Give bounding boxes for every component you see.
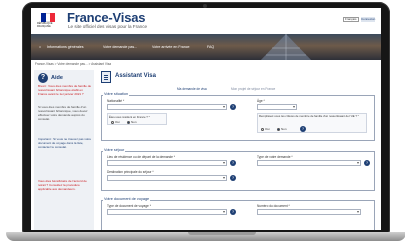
document-number-label: Numéro du document * bbox=[257, 204, 290, 208]
family-question: Remplissez-vous les critères de membre d… bbox=[259, 114, 359, 118]
nav-item-informations[interactable]: Informations générales bbox=[47, 45, 84, 49]
purpose-label: Destination principale du séjour * bbox=[107, 170, 154, 174]
destination-select[interactable] bbox=[107, 160, 227, 166]
visa-assistant-panel: Assistant Visa Ma demande de visa Mon pr… bbox=[97, 70, 379, 230]
document-number-input[interactable] bbox=[257, 209, 361, 215]
help-sidebar: ? Aide Brexit : Vous êtes membre de fami… bbox=[34, 70, 94, 230]
nav-item-faq[interactable]: FAQ bbox=[207, 45, 214, 49]
site-subtitle: Le site officiel des visas pour la Franc… bbox=[68, 24, 148, 29]
sidebar-important-text: Important : Si vous ne trouvez pas votre… bbox=[38, 137, 92, 149]
family-radio-yes[interactable]: Oui bbox=[261, 127, 270, 131]
destination-label: Lieu de résidence ou de départ de la dem… bbox=[107, 155, 176, 159]
age-input[interactable] bbox=[257, 104, 297, 110]
laptop-mockup: RÉPUBLIQUE FRANÇAISE France-Visas Le sit… bbox=[6, 2, 405, 244]
nav-item-arrivee[interactable]: Votre arrivée en France bbox=[152, 45, 190, 49]
stay-select[interactable] bbox=[257, 160, 361, 166]
breadcrumb[interactable]: France-Visas > Votre demande pas... > As… bbox=[35, 62, 111, 66]
site-title[interactable]: France-Visas bbox=[67, 10, 146, 25]
nationality-help-icon[interactable]: ? bbox=[230, 104, 236, 110]
page-title: Assistant Visa bbox=[115, 73, 156, 79]
sidebar-info-text: Si vous êtes membre de famille d'un ress… bbox=[38, 105, 88, 121]
purpose-help-icon[interactable]: ? bbox=[230, 175, 236, 181]
document-type-select[interactable] bbox=[107, 209, 227, 215]
document-type-label: Type de document de voyage * bbox=[107, 204, 151, 208]
resident-question: Êtes-vous résident en France ? * bbox=[109, 115, 150, 119]
laptop-notch bbox=[188, 232, 256, 235]
sidebar-title: Aide bbox=[51, 75, 63, 81]
login-button[interactable]: Connexion bbox=[361, 17, 375, 22]
nav-home-icon[interactable]: ⌂ bbox=[39, 45, 41, 49]
radio-yes-icon[interactable] bbox=[111, 120, 114, 124]
republique-francaise-logo: RÉPUBLIQUE FRANÇAISE bbox=[37, 22, 53, 28]
purpose-select[interactable] bbox=[107, 175, 227, 181]
laptop-bezel: RÉPUBLIQUE FRANÇAISE France-Visas Le sit… bbox=[22, 2, 390, 238]
tab-ma-demande[interactable]: Ma demande de visa bbox=[177, 87, 207, 91]
resident-radio-yes[interactable]: Oui bbox=[111, 120, 120, 124]
document-icon bbox=[101, 71, 111, 83]
browser-viewport: RÉPUBLIQUE FRANÇAISE France-Visas Le sit… bbox=[31, 8, 381, 230]
document-help-icon[interactable]: ? bbox=[230, 209, 236, 215]
language-select[interactable]: Français bbox=[343, 17, 359, 22]
french-flag-icon bbox=[41, 13, 56, 22]
family-help-icon[interactable]: ? bbox=[300, 126, 306, 132]
family-radio-yes-icon[interactable] bbox=[261, 127, 264, 131]
radio-no-icon[interactable] bbox=[127, 120, 130, 124]
section-document-title: Votre document de voyage bbox=[103, 197, 151, 201]
family-radio-no-icon[interactable] bbox=[277, 127, 280, 131]
nationality-select[interactable] bbox=[107, 104, 227, 110]
sidebar-brexit-text[interactable]: Brexit : Vous êtes membre de famille de … bbox=[38, 84, 92, 97]
destination-help-icon[interactable]: ? bbox=[230, 160, 236, 166]
help-icon: ? bbox=[38, 73, 48, 83]
site-header: RÉPUBLIQUE FRANÇAISE France-Visas Le sit… bbox=[31, 8, 381, 34]
section-situation-title: Votre situation bbox=[103, 92, 130, 96]
tab-mon-projet[interactable]: Mon projet de séjour en France bbox=[231, 87, 275, 91]
nav-item-demande[interactable]: Votre demande pas... bbox=[103, 45, 137, 49]
family-radio-no[interactable]: Non bbox=[277, 127, 287, 131]
stay-help-icon[interactable]: ? bbox=[364, 160, 370, 166]
louvre-pyramid-image bbox=[260, 34, 312, 60]
age-label: Âge * bbox=[257, 99, 265, 103]
sidebar-accord-text[interactable]: Vous êtes bénéficiaire de l'accord de re… bbox=[38, 179, 92, 192]
stay-label: Type de votre demande * bbox=[257, 155, 293, 159]
section-sejour-title: Votre séjour bbox=[103, 148, 126, 152]
resident-radio-no[interactable]: Non bbox=[127, 120, 137, 124]
nationality-label: Nationalité * bbox=[107, 99, 125, 103]
